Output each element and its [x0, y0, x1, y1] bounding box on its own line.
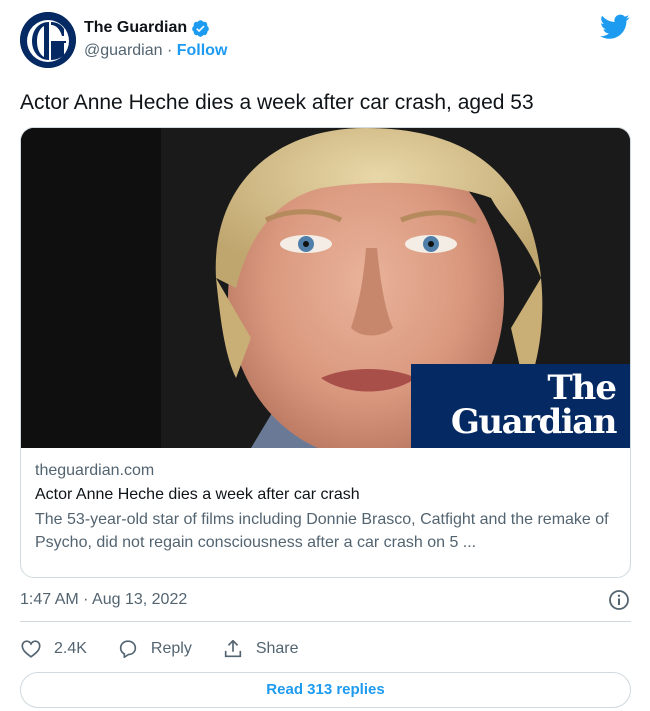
reply-label: Reply	[150, 640, 192, 657]
display-name[interactable]: The Guardian	[84, 19, 187, 37]
twitter-bird-icon[interactable]	[600, 14, 630, 40]
card-domain: theguardian.com	[35, 462, 155, 479]
card-body: theguardian.com Actor Anne Heche dies a …	[21, 448, 630, 554]
read-replies-button[interactable]: Read 313 replies	[20, 672, 631, 708]
card-title: Actor Anne Heche dies a week after car c…	[35, 486, 360, 503]
guardian-logo: The Guardian	[411, 364, 630, 448]
guardian-g-logo-icon	[20, 12, 76, 68]
link-card[interactable]: The Guardian theguardian.com Actor Anne …	[20, 127, 631, 578]
action-bar: 2.4K Reply Share	[20, 636, 329, 662]
card-description: The 53-year-old star of films including …	[35, 511, 609, 551]
follow-link[interactable]: Follow	[177, 42, 228, 59]
share-label: Share	[255, 640, 299, 657]
logo-line-1: The	[547, 368, 617, 408]
tweet-text: Actor Anne Heche dies a week after car c…	[20, 91, 534, 114]
heart-icon	[21, 640, 41, 658]
tweet-header: The Guardian @guardian · Follow	[20, 12, 630, 72]
verified-badge-icon	[191, 19, 210, 38]
share-upload-icon	[224, 639, 241, 658]
card-image: The Guardian	[21, 128, 630, 448]
logo-line-2: Guardian	[450, 402, 618, 442]
info-icon[interactable]	[607, 588, 631, 612]
handle[interactable]: @guardian	[84, 42, 163, 59]
timestamp[interactable]: 1:47 AM · Aug 13, 2022	[20, 591, 187, 608]
avatar[interactable]	[20, 12, 76, 68]
timestamp-row: 1:47 AM · Aug 13, 2022	[20, 588, 631, 614]
share-button[interactable]: Share	[222, 638, 299, 660]
handle-row: @guardian · Follow	[84, 42, 227, 62]
handle-separator: ·	[162, 42, 177, 59]
divider	[20, 621, 631, 622]
reply-button[interactable]: Reply	[117, 638, 192, 660]
like-button[interactable]: 2.4K	[20, 638, 87, 660]
account-names: The Guardian @guardian · Follow	[84, 17, 227, 62]
reply-bubble-icon	[119, 640, 137, 659]
like-count: 2.4K	[54, 640, 87, 657]
